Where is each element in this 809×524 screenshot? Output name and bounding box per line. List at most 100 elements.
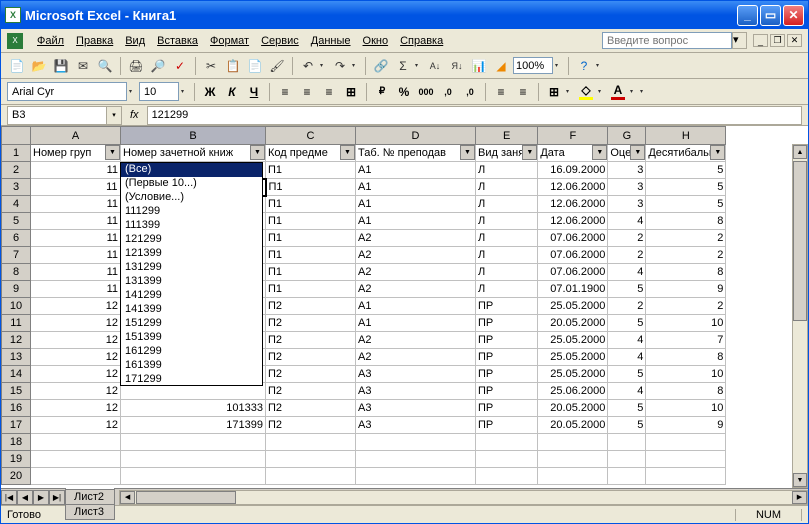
cell-C3[interactable]: П1 bbox=[266, 179, 356, 196]
cell-A18[interactable] bbox=[31, 434, 121, 451]
cell-F4[interactable]: 12.06.2000 bbox=[538, 196, 608, 213]
cell-A20[interactable] bbox=[31, 468, 121, 485]
autofilter-dropdown[interactable]: (Все)(Первые 10...)(Условие...)111299111… bbox=[120, 162, 263, 386]
namebox-dropdown-icon[interactable]: ▾ bbox=[107, 106, 122, 125]
font-dropdown-icon[interactable]: ▾ bbox=[129, 88, 137, 95]
cell-E17[interactable]: ПР bbox=[476, 417, 538, 434]
cell-C12[interactable]: П2 bbox=[266, 332, 356, 349]
cell-G8[interactable]: 4 bbox=[608, 264, 646, 281]
cell-D20[interactable] bbox=[356, 468, 476, 485]
header-cell[interactable]: Код предме▼ bbox=[266, 145, 356, 162]
col-header-B[interactable]: B bbox=[121, 127, 266, 145]
cell-G3[interactable]: 3 bbox=[608, 179, 646, 196]
row-header-6[interactable]: 6 bbox=[2, 230, 31, 247]
header-cell[interactable]: Вид заняти▼ bbox=[476, 145, 538, 162]
cell-H9[interactable]: 9 bbox=[646, 281, 726, 298]
drawing-button[interactable]: ◢ bbox=[491, 56, 511, 76]
cell-C13[interactable]: П2 bbox=[266, 349, 356, 366]
scroll-up-button[interactable]: ▲ bbox=[793, 145, 807, 159]
col-header-G[interactable]: G bbox=[608, 127, 646, 145]
cell-B16[interactable]: 101333 bbox=[121, 400, 266, 417]
cell-H2[interactable]: 5 bbox=[646, 162, 726, 179]
autosum-dropdown-icon[interactable]: ▾ bbox=[415, 62, 423, 69]
app-icon[interactable]: X bbox=[7, 33, 23, 49]
row-header-15[interactable]: 15 bbox=[2, 383, 31, 400]
cell-D8[interactable]: А2 bbox=[356, 264, 476, 281]
cell-F3[interactable]: 12.06.2000 bbox=[538, 179, 608, 196]
cell-H15[interactable]: 8 bbox=[646, 383, 726, 400]
cell-G17[interactable]: 5 bbox=[608, 417, 646, 434]
cell-E19[interactable] bbox=[476, 451, 538, 468]
cell-D14[interactable]: А3 bbox=[356, 366, 476, 383]
help-dropdown-icon[interactable]: ▾ bbox=[732, 32, 747, 49]
col-header-C[interactable]: C bbox=[266, 127, 356, 145]
align-left-button[interactable]: ≡ bbox=[275, 82, 295, 102]
row-header-3[interactable]: 3 bbox=[2, 179, 31, 196]
cell-C6[interactable]: П1 bbox=[266, 230, 356, 247]
cell-F20[interactable] bbox=[538, 468, 608, 485]
header-cell[interactable]: Десятибальн▼ bbox=[646, 145, 726, 162]
cell-E6[interactable]: Л bbox=[476, 230, 538, 247]
cell-D12[interactable]: А2 bbox=[356, 332, 476, 349]
cell-C14[interactable]: П2 bbox=[266, 366, 356, 383]
cell-A9[interactable]: 11 bbox=[31, 281, 121, 298]
undo-dropdown-icon[interactable]: ▾ bbox=[320, 62, 328, 69]
chart-button[interactable]: 📊 bbox=[469, 56, 489, 76]
align-right-button[interactable]: ≡ bbox=[319, 82, 339, 102]
cell-C4[interactable]: П1 bbox=[266, 196, 356, 213]
bold-button[interactable]: Ж bbox=[200, 82, 220, 102]
formula-input[interactable]: 121299 bbox=[147, 106, 802, 125]
row-header-4[interactable]: 4 bbox=[2, 196, 31, 213]
cell-E14[interactable]: ПР bbox=[476, 366, 538, 383]
cell-F16[interactable]: 20.05.2000 bbox=[538, 400, 608, 417]
cell-H7[interactable]: 2 bbox=[646, 247, 726, 264]
cell-D2[interactable]: А1 bbox=[356, 162, 476, 179]
select-all-corner[interactable] bbox=[2, 127, 31, 145]
cell-H4[interactable]: 5 bbox=[646, 196, 726, 213]
redo-button[interactable]: ↷ bbox=[330, 56, 350, 76]
menu-справка[interactable]: Справка bbox=[394, 33, 449, 49]
filter-button-col-G[interactable]: ▼ bbox=[630, 145, 645, 160]
cell-D11[interactable]: А1 bbox=[356, 315, 476, 332]
horizontal-scrollbar[interactable]: ◀ ▶ bbox=[119, 490, 808, 505]
cell-D16[interactable]: А3 bbox=[356, 400, 476, 417]
cell-G2[interactable]: 3 bbox=[608, 162, 646, 179]
print-button[interactable]: 🖨 bbox=[126, 56, 146, 76]
filter-option[interactable]: 121299 bbox=[121, 233, 262, 247]
cell-C8[interactable]: П1 bbox=[266, 264, 356, 281]
header-cell[interactable]: Оцен▼ bbox=[608, 145, 646, 162]
cell-C5[interactable]: П1 bbox=[266, 213, 356, 230]
row-header-10[interactable]: 10 bbox=[2, 298, 31, 315]
search-button[interactable]: 🔍 bbox=[95, 56, 115, 76]
cell-G7[interactable]: 2 bbox=[608, 247, 646, 264]
cell-E18[interactable] bbox=[476, 434, 538, 451]
cell-F17[interactable]: 20.05.2000 bbox=[538, 417, 608, 434]
cell-C7[interactable]: П1 bbox=[266, 247, 356, 264]
cell-G13[interactable]: 4 bbox=[608, 349, 646, 366]
filter-button-col-F[interactable]: ▼ bbox=[592, 145, 607, 160]
cell-F13[interactable]: 25.05.2000 bbox=[538, 349, 608, 366]
filter-option[interactable]: 111299 bbox=[121, 205, 262, 219]
menu-данные[interactable]: Данные bbox=[305, 33, 357, 49]
col-header-F[interactable]: F bbox=[538, 127, 608, 145]
spelling-button[interactable]: ✓ bbox=[170, 56, 190, 76]
close-button[interactable]: ✕ bbox=[783, 5, 804, 26]
paste-button[interactable]: 📄 bbox=[245, 56, 265, 76]
cell-D19[interactable] bbox=[356, 451, 476, 468]
cell-C16[interactable]: П2 bbox=[266, 400, 356, 417]
col-header-E[interactable]: E bbox=[476, 127, 538, 145]
row-header-18[interactable]: 18 bbox=[2, 434, 31, 451]
autosum-button[interactable]: Σ bbox=[393, 56, 413, 76]
filter-option[interactable]: 161299 bbox=[121, 345, 262, 359]
row-header-14[interactable]: 14 bbox=[2, 366, 31, 383]
filter-option[interactable]: 161399 bbox=[121, 359, 262, 373]
cell-D6[interactable]: А2 bbox=[356, 230, 476, 247]
prev-sheet-button[interactable]: ◀ bbox=[17, 490, 33, 505]
italic-button[interactable]: К bbox=[222, 82, 242, 102]
filter-button-col-E[interactable]: ▼ bbox=[522, 145, 537, 160]
cell-G9[interactable]: 5 bbox=[608, 281, 646, 298]
col-header-A[interactable]: A bbox=[31, 127, 121, 145]
scroll-left-button[interactable]: ◀ bbox=[120, 491, 135, 504]
header-cell[interactable]: Номер зачетной книж▼ bbox=[121, 145, 266, 162]
filter-button-col-B[interactable]: ▼ bbox=[250, 145, 265, 160]
